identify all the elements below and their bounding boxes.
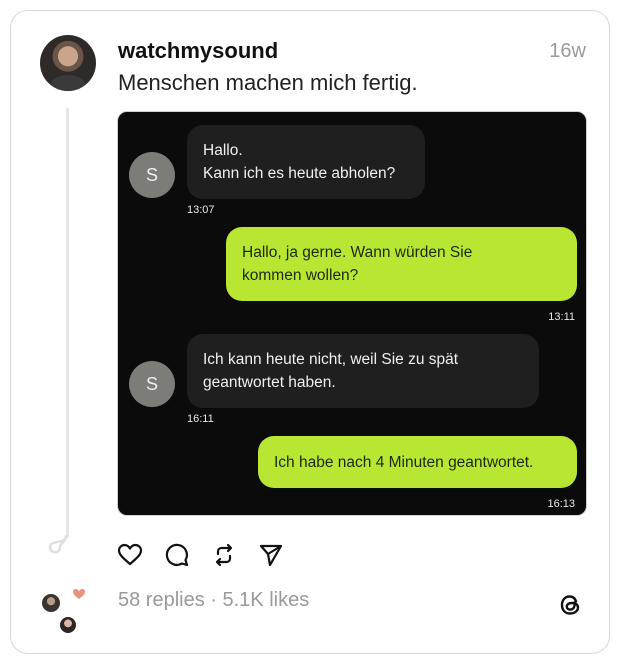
engagement-stats[interactable]: 58 replies · 5.1K likes <box>118 589 309 612</box>
message-line: Ich kann heute nicht, weil Sie zu spät <box>203 351 459 368</box>
message-line: Kann ich es heute abholen? <box>203 165 396 182</box>
contact-avatar: S <box>129 152 175 198</box>
avatar[interactable] <box>40 35 96 91</box>
message-line: Hallo. <box>203 142 243 159</box>
message-time: 16:13 <box>547 498 575 510</box>
threads-logo-icon[interactable] <box>557 591 585 619</box>
replier-avatar[interactable] <box>59 616 77 634</box>
contact-avatar: S <box>129 361 175 407</box>
message-time: 16:11 <box>187 413 214 425</box>
message-time: 13:11 <box>548 311 575 323</box>
message-bubble-outgoing: Hallo, ja gerne. Wann würden Sie kommen … <box>226 227 577 301</box>
message-time: 13:07 <box>187 204 215 216</box>
timestamp: 16w <box>549 40 586 62</box>
share-icon[interactable] <box>258 542 284 568</box>
message-line: geantwortet haben. <box>203 374 336 391</box>
post-text: Menschen machen mich fertig. <box>118 70 418 95</box>
thread-curl-icon <box>48 534 68 554</box>
comment-icon[interactable] <box>164 542 190 568</box>
message-line: Hallo, ja gerne. Wann würden Sie <box>242 244 473 261</box>
repost-icon[interactable] <box>211 542 237 568</box>
chat-screenshot[interactable]: S Hallo. Kann ich es heute abholen? 13:0… <box>117 111 587 516</box>
message-line: Ich habe nach 4 Minuten geantwortet. <box>274 453 534 471</box>
replier-avatar[interactable] <box>40 592 62 614</box>
thread-line <box>66 108 69 538</box>
heart-icon[interactable] <box>117 542 143 568</box>
message-line: kommen wollen? <box>242 267 359 284</box>
heart-logo-icon <box>73 589 85 599</box>
message-bubble-incoming: Hallo. Kann ich es heute abholen? <box>187 125 425 199</box>
message-bubble-incoming: Ich kann heute nicht, weil Sie zu spät g… <box>187 334 539 408</box>
replier-avatar[interactable] <box>71 586 87 602</box>
message-bubble-outgoing: Ich habe nach 4 Minuten geantwortet. <box>258 436 577 488</box>
username[interactable]: watchmysound <box>118 38 278 64</box>
